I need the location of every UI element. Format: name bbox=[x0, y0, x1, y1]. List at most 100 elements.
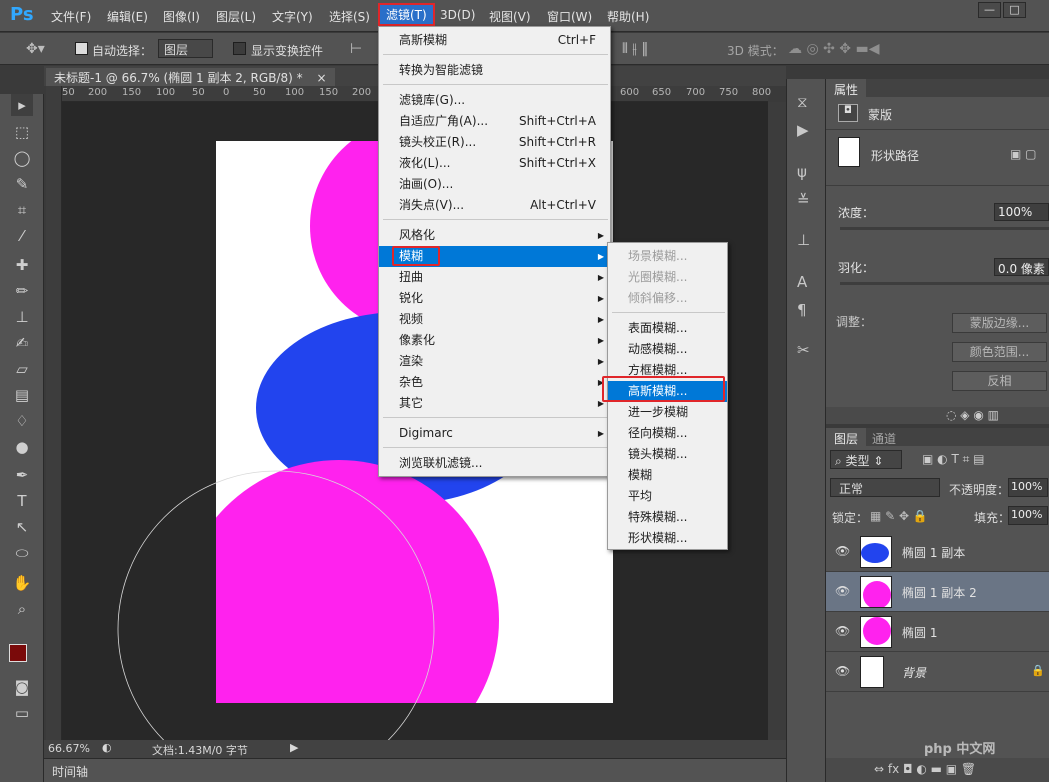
menu-item-smart-filter[interactable]: 转换为智能滤镜 bbox=[379, 60, 610, 81]
ellipse-tool-icon[interactable]: ⬭ bbox=[11, 542, 33, 564]
lasso-tool-icon[interactable]: ◯ bbox=[11, 147, 33, 169]
selection-icon[interactable]: ◌ ◈ ◉ ▥ bbox=[946, 408, 999, 422]
auto-select-dropdown[interactable]: 图层 bbox=[158, 39, 213, 58]
foreground-color-swatch[interactable] bbox=[9, 644, 27, 662]
3d-orbit-icon[interactable]: ☁ ◎ ✣ ✥ ▬◀ bbox=[788, 41, 879, 57]
zoom-level[interactable]: 66.67% bbox=[48, 742, 90, 755]
layer-filter-icons[interactable]: ▣ ◐ T ⌗ ▤ bbox=[922, 452, 985, 467]
menu-item-sharpen[interactable]: 锐化 ▶ bbox=[379, 288, 610, 309]
eraser-tool-icon[interactable]: ▱ bbox=[11, 358, 33, 380]
history-icon[interactable]: ⧖ bbox=[797, 93, 808, 111]
layer-row[interactable]: 👁 椭圆 1 副本 bbox=[826, 532, 1049, 572]
tool-presets-icon[interactable]: ✂ bbox=[797, 341, 810, 359]
layer-actions-icons[interactable]: ⇔ fx ◘ ◐ ▬ ▣ 🗑 bbox=[874, 762, 976, 776]
brush-tool-icon[interactable]: ✏ bbox=[11, 280, 33, 302]
submenu-item-lens-blur[interactable]: 镜头模糊... bbox=[608, 444, 727, 465]
menu-item-gaussian-blur-last[interactable]: 高斯模糊 Ctrl+F bbox=[379, 30, 610, 51]
mask-edge-button[interactable]: 蒙版边缘... bbox=[952, 313, 1047, 333]
menu-item-video[interactable]: 视频 ▶ bbox=[379, 309, 610, 330]
clone-source-icon[interactable]: ⊥ bbox=[797, 231, 810, 249]
gradient-tool-icon[interactable]: ▤ bbox=[11, 384, 33, 406]
menu-item-oil-paint[interactable]: 油画(O)... bbox=[379, 174, 610, 195]
brush-presets-icon[interactable]: ψ bbox=[797, 163, 807, 181]
menu-window[interactable]: 窗口(W) bbox=[547, 8, 592, 25]
menu-item-liquify[interactable]: 液化(L)... Shift+Ctrl+X bbox=[379, 153, 610, 174]
quick-select-tool-icon[interactable]: ✎ bbox=[11, 173, 33, 195]
menu-3d[interactable]: 3D(D) bbox=[440, 8, 475, 22]
menu-select[interactable]: 选择(S) bbox=[329, 8, 370, 25]
actions-play-icon[interactable]: ▶ bbox=[797, 121, 809, 139]
paragraph-icon[interactable]: ¶ bbox=[797, 301, 807, 319]
submenu-item-motion-blur[interactable]: 动感模糊... bbox=[608, 339, 727, 360]
lock-icons[interactable]: ▦ ✎ ✥ 🔒 bbox=[870, 509, 928, 523]
hand-tool-icon[interactable]: ✋ bbox=[11, 572, 33, 594]
submenu-item-average[interactable]: 平均 bbox=[608, 486, 727, 507]
menu-item-noise[interactable]: 杂色 ▶ bbox=[379, 372, 610, 393]
visibility-eye-icon[interactable]: 👁 bbox=[835, 624, 850, 638]
align-icon[interactable]: ⊢ bbox=[350, 41, 362, 57]
submenu-item-iris-blur[interactable]: 光圈模糊... bbox=[608, 267, 727, 288]
maximize-button[interactable]: □ bbox=[1003, 2, 1026, 18]
pen-tool-icon[interactable]: ✒ bbox=[11, 464, 33, 486]
stamp-tool-icon[interactable]: ⊥ bbox=[11, 306, 33, 328]
density-input[interactable]: 100% bbox=[994, 203, 1049, 221]
submenu-item-tilt-shift[interactable]: 倾斜偏移... bbox=[608, 288, 727, 309]
type-tool-icon[interactable]: T bbox=[11, 490, 33, 512]
move-tool-icon[interactable]: ✥▾ bbox=[26, 41, 45, 57]
screen-mode-icon[interactable]: ▭ bbox=[11, 702, 33, 724]
submenu-item-blur[interactable]: 模糊 bbox=[608, 465, 727, 486]
blur-tool-icon[interactable]: ♢ bbox=[11, 410, 33, 432]
menu-item-adaptive-wide-angle[interactable]: 自适应广角(A)... Shift+Ctrl+A bbox=[379, 111, 610, 132]
doc-info-icon[interactable]: ◐ bbox=[102, 741, 112, 754]
menu-type[interactable]: 文字(Y) bbox=[272, 8, 313, 25]
healing-tool-icon[interactable]: ✚ bbox=[11, 254, 33, 276]
blend-mode-dropdown[interactable]: 正常 bbox=[830, 478, 940, 497]
menu-item-render[interactable]: 渲染 ▶ bbox=[379, 351, 610, 372]
menu-layer[interactable]: 图层(L) bbox=[216, 8, 256, 25]
menu-item-distort[interactable]: 扭曲 ▶ bbox=[379, 267, 610, 288]
add-mask-icon[interactable]: ▣ ▢ bbox=[1010, 147, 1037, 161]
quick-mask-icon[interactable]: ◙ bbox=[11, 676, 33, 698]
submenu-item-smart-blur[interactable]: 特殊模糊... bbox=[608, 507, 727, 528]
minimize-button[interactable]: — bbox=[978, 2, 1001, 18]
distribute-icon[interactable]: ⫴ ⫲ ‖ bbox=[622, 41, 648, 57]
layer-row[interactable]: 👁 椭圆 1 bbox=[826, 612, 1049, 652]
crop-tool-icon[interactable]: ⌗ bbox=[11, 199, 33, 221]
menu-item-digimarc[interactable]: Digimarc ▶ bbox=[379, 423, 610, 444]
visibility-eye-icon[interactable]: 👁 bbox=[835, 664, 850, 678]
vector-mask-thumbnail[interactable] bbox=[838, 137, 860, 167]
menu-file[interactable]: 文件(F) bbox=[51, 8, 91, 25]
path-select-tool-icon[interactable]: ↖ bbox=[11, 516, 33, 538]
channels-tab[interactable]: 通道 bbox=[864, 428, 904, 446]
invert-button[interactable]: 反相 bbox=[952, 371, 1047, 391]
feather-input[interactable]: 0.0 像素 bbox=[994, 258, 1049, 276]
menu-item-browse-filters[interactable]: 浏览联机滤镜... bbox=[379, 453, 610, 474]
menu-view[interactable]: 视图(V) bbox=[489, 8, 531, 25]
show-transform-checkbox[interactable] bbox=[233, 42, 246, 55]
menu-item-pixelate[interactable]: 像素化 ▶ bbox=[379, 330, 610, 351]
marquee-tool-icon[interactable]: ⬚ bbox=[11, 121, 33, 143]
submenu-item-radial-blur[interactable]: 径向模糊... bbox=[608, 423, 727, 444]
vertical-scrollbar[interactable] bbox=[768, 102, 786, 740]
visibility-eye-icon[interactable]: 👁 bbox=[835, 544, 850, 558]
zoom-tool-icon[interactable]: ⌕ bbox=[11, 598, 33, 620]
color-range-button[interactable]: 颜色范围... bbox=[952, 342, 1047, 362]
status-arrow-icon[interactable]: ▶ bbox=[290, 741, 298, 754]
eyedropper-tool-icon[interactable]: ⁄ bbox=[11, 225, 33, 247]
character-icon[interactable]: A bbox=[797, 273, 807, 291]
menu-item-other[interactable]: 其它 ▶ bbox=[379, 393, 610, 414]
visibility-eye-icon[interactable]: 👁 bbox=[835, 584, 850, 598]
timeline-label[interactable]: 时间轴 bbox=[52, 763, 88, 780]
menu-edit[interactable]: 编辑(E) bbox=[107, 8, 148, 25]
layer-filter-dropdown[interactable]: ⌕ 类型 ⇕ bbox=[830, 450, 902, 469]
fill-input[interactable]: 100% bbox=[1008, 506, 1048, 525]
opacity-input[interactable]: 100% bbox=[1008, 478, 1048, 497]
brush-settings-icon[interactable]: ≚ bbox=[797, 191, 810, 209]
tab-close-icon[interactable]: × bbox=[316, 71, 326, 85]
layer-row-selected[interactable]: 👁 椭圆 1 副本 2 bbox=[826, 572, 1049, 612]
feather-slider[interactable] bbox=[840, 282, 1049, 285]
auto-select-checkbox[interactable] bbox=[75, 42, 88, 55]
menu-item-filter-gallery[interactable]: 滤镜库(G)... bbox=[379, 90, 610, 111]
move-tool-icon[interactable]: ▸ bbox=[11, 94, 33, 116]
submenu-item-surface-blur[interactable]: 表面模糊... bbox=[608, 318, 727, 339]
